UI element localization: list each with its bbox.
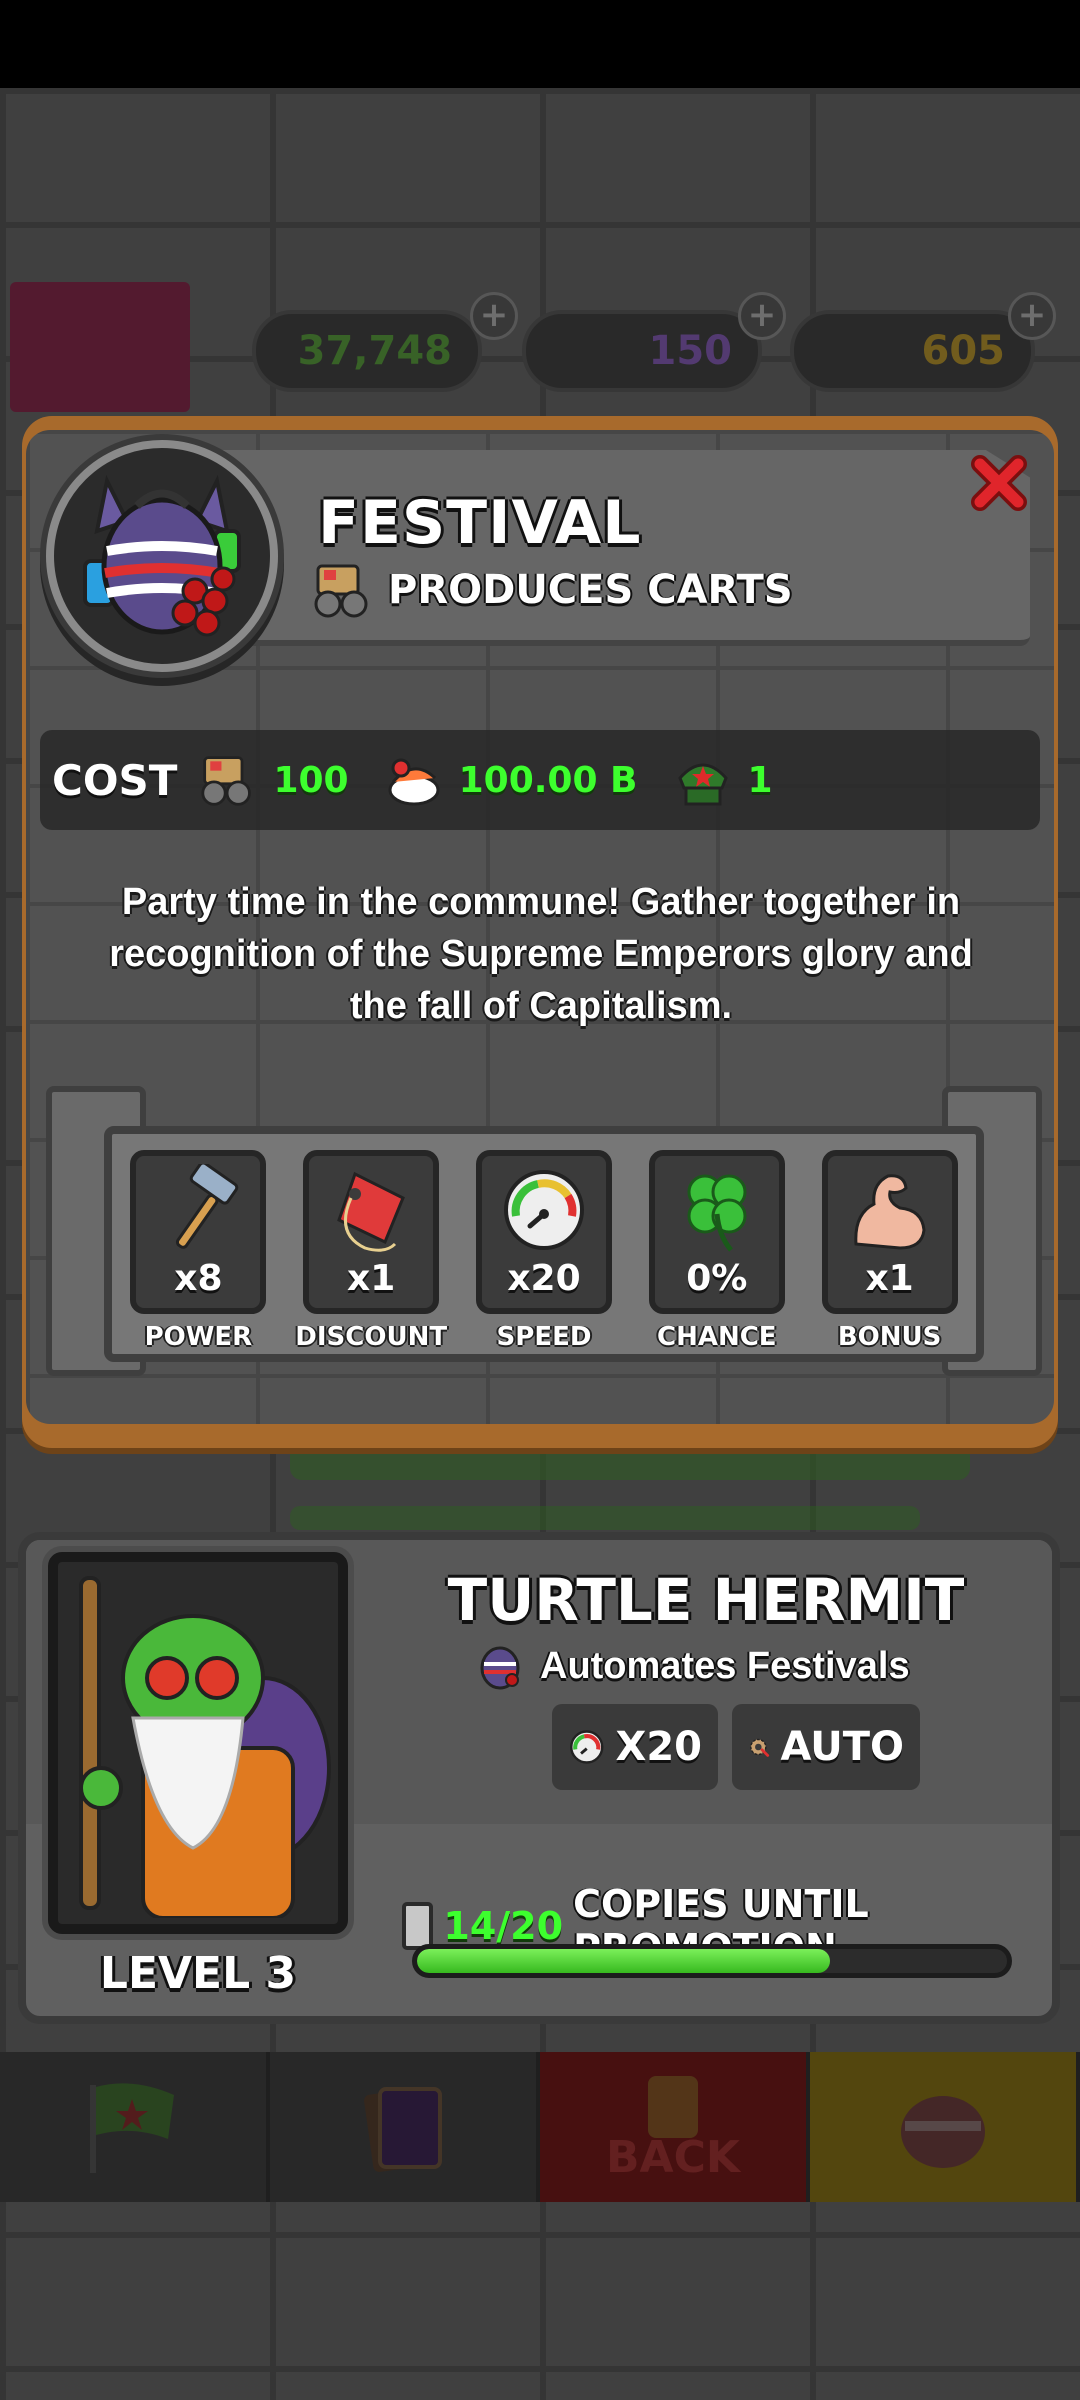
stat-bonus: x1 BONUS <box>820 1150 960 1352</box>
festival-icon-frame <box>46 440 278 672</box>
stat-bonus-value: x1 <box>865 1258 914 1299</box>
automates-label: Automates Festivals <box>540 1644 910 1687</box>
copies-count: 14/20 <box>443 1904 564 1948</box>
stat-discount-box: x1 <box>303 1150 440 1314</box>
stats-plate: x8 POWER x1 DISCOUNT x20 SPEED 0% CHANCE… <box>46 1086 1042 1376</box>
close-icon <box>971 455 1027 511</box>
hammer-icon <box>176 1164 239 1249</box>
price-tag-icon <box>337 1171 406 1252</box>
hud-plus-2-icon[interactable]: + <box>738 292 786 340</box>
stat-chance-box: 0% <box>648 1150 785 1314</box>
stat-power: x8 POWER <box>128 1150 268 1352</box>
worker-speed-chip: X20 <box>552 1704 718 1790</box>
soldier-icon <box>677 763 728 806</box>
worker-card: LEVEL 3 TURTLE HERMIT Automates Festival… <box>18 1532 1060 2024</box>
close-button[interactable] <box>968 452 1030 514</box>
stat-power-box: x8 <box>130 1150 267 1314</box>
hud-resource-3-value: 605 <box>921 328 1006 374</box>
cost-bar: COST 100 100.00 B 1 <box>40 730 1040 830</box>
produces-row: PRODUCES CARTS <box>310 560 793 620</box>
festival-small-icon <box>480 1646 520 1690</box>
hud-resource-1-value: 37,748 <box>297 328 452 374</box>
background-progress-strip-2 <box>290 1506 920 1530</box>
gear-icon <box>750 1738 770 1757</box>
turtle-hermit-portrait-icon <box>63 1568 333 1918</box>
flag-icon <box>90 2083 174 2173</box>
stat-speed-box: x20 <box>475 1150 612 1314</box>
cost-carts-value: 100 <box>273 759 349 801</box>
stat-speed-label: SPEED <box>496 1322 592 1352</box>
hud-resource-2-value: 150 <box>648 328 733 374</box>
stat-chance-value: 0% <box>686 1258 748 1299</box>
bottom-nav: BACK <box>0 2052 1080 2202</box>
promotion-progress-fill <box>417 1949 830 1973</box>
stat-discount-value: x1 <box>347 1258 396 1299</box>
hud-plus-3-icon[interactable]: + <box>1008 292 1056 340</box>
nav-back-button[interactable]: BACK <box>540 2052 810 2202</box>
speedometer-small-icon <box>570 1730 604 1764</box>
sushi-icon <box>388 758 440 806</box>
stat-chance: 0% CHANCE <box>647 1150 787 1352</box>
produces-label: PRODUCES CARTS <box>388 567 793 613</box>
cards-icon <box>364 2087 442 2172</box>
stat-discount-label: DISCOUNT <box>295 1322 448 1352</box>
speedometer-icon <box>503 1170 584 1250</box>
cost-sushi-value: 100.00 B <box>458 759 638 801</box>
automates-row: Automates Festivals <box>472 1638 910 1694</box>
building-card-inner: FESTIVAL PRODUCES CARTS COST 100 100.00 … <box>26 430 1054 1424</box>
building-title: FESTIVAL <box>318 488 642 558</box>
hud-resource-1: 37,748 <box>252 310 482 392</box>
card-copy-icon <box>402 1902 434 1950</box>
worker-auto-chip: AUTO <box>732 1704 920 1790</box>
hud-plus-1-icon[interactable]: + <box>470 292 518 340</box>
building-description: Party time in the commune! Gather togeth… <box>109 881 973 1027</box>
cart-cost-icon <box>201 756 252 806</box>
nav-flag-button[interactable] <box>0 2052 270 2202</box>
worker-name: TURTLE HERMIT <box>447 1566 965 1634</box>
cost-soldier-value: 1 <box>747 759 773 801</box>
worker-portrait[interactable] <box>48 1552 348 1934</box>
promotion-progress-bar <box>412 1944 1012 1978</box>
nav-buildings-button[interactable] <box>810 2052 1080 2202</box>
stat-speed: x20 SPEED <box>474 1150 614 1352</box>
fist-icon <box>648 2076 698 2138</box>
hud-resource-3: 605 <box>790 310 1035 392</box>
cost-label: COST <box>52 755 178 805</box>
hud-fan-banner <box>10 282 190 412</box>
stat-bonus-box: x1 <box>821 1150 958 1314</box>
building-info-card: FESTIVAL PRODUCES CARTS COST 100 100.00 … <box>22 416 1058 1448</box>
stat-speed-value: x20 <box>507 1258 581 1299</box>
stat-power-value: x8 <box>174 1258 223 1299</box>
stat-discount: x1 DISCOUNT <box>295 1150 447 1352</box>
stat-power-label: POWER <box>144 1322 253 1352</box>
hud-resource-2: 150 <box>522 310 762 392</box>
stat-bonus-label: BONUS <box>837 1322 942 1352</box>
flexed-bicep-icon <box>853 1174 926 1250</box>
worker-auto-label: AUTO <box>780 1724 905 1770</box>
festival-building-icon <box>901 2096 985 2168</box>
stat-chance-label: CHANCE <box>656 1322 777 1352</box>
stats-board: x8 POWER x1 DISCOUNT x20 SPEED 0% CHANCE… <box>104 1126 984 1362</box>
worker-speed-value: X20 <box>615 1724 702 1770</box>
nav-cards-button[interactable] <box>270 2052 540 2202</box>
four-leaf-clover-icon <box>687 1174 747 1252</box>
cart-icon <box>314 564 368 618</box>
worker-level: LEVEL 3 <box>99 1948 297 1999</box>
festival-barrel-icon <box>83 474 241 637</box>
